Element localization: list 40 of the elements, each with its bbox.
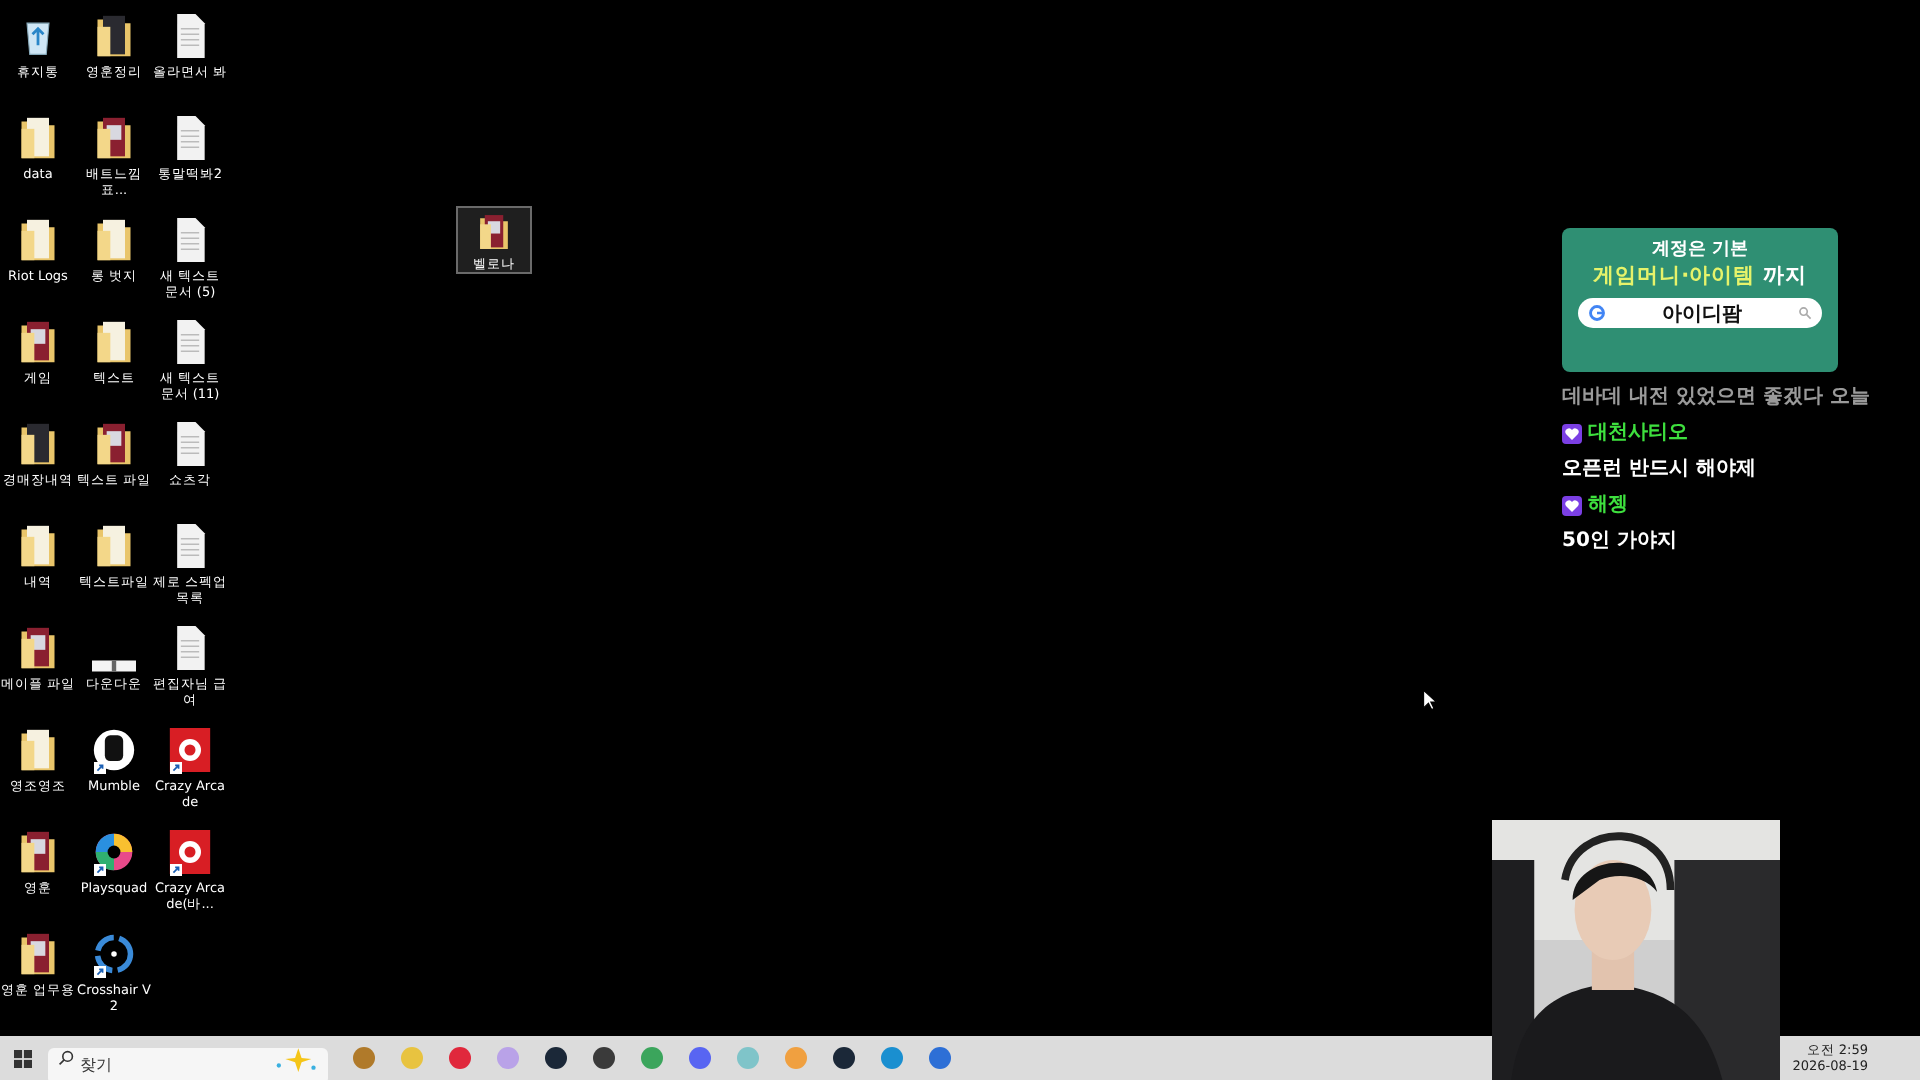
folder-icon (16, 624, 60, 672)
chat-message: 데바데 내전 있었으면 좋겠다 오늘 (1562, 384, 1870, 412)
app-icon (92, 726, 136, 774)
taskbar-app-icon[interactable] (832, 1046, 856, 1070)
app-icon (168, 726, 212, 774)
folder-icon (92, 318, 136, 366)
app-icon (92, 828, 136, 876)
folder-icon (16, 114, 60, 162)
mouse-cursor-icon (1422, 688, 1438, 712)
folder-icon (16, 726, 60, 774)
folder-icon (92, 420, 136, 468)
search-icon (1798, 306, 1812, 320)
ad-text: 계정은 기본 (1651, 240, 1749, 262)
bar-icon (92, 660, 136, 672)
folder-icon (16, 420, 60, 468)
taskbar-search-field[interactable]: 찾기 (48, 1047, 328, 1080)
folder-icon (16, 216, 60, 264)
taskbar-app-icon[interactable] (592, 1046, 616, 1070)
heart-badge-icon (1562, 424, 1582, 444)
folder-icon (92, 114, 136, 162)
google-icon (1588, 304, 1606, 322)
sparkle-icon (272, 1046, 316, 1072)
search-icon (58, 1050, 74, 1066)
folder-icon (16, 930, 60, 978)
folder-icon (16, 522, 60, 570)
heart-badge-icon (1562, 496, 1582, 516)
folder-icon (92, 522, 136, 570)
ad-headline: 게임머니·아이템 까지 (1593, 262, 1807, 292)
chat-message: 오픈런 반드시 해야제 (1562, 456, 1758, 484)
taskbar-app-icon[interactable] (544, 1046, 568, 1070)
app-icon (92, 930, 136, 978)
folder-icon (92, 216, 136, 264)
folder-icon (16, 828, 60, 876)
chat-username: 해젱 (1588, 492, 1628, 520)
folder-icon (92, 12, 136, 60)
app-icon (168, 828, 212, 876)
chat-message: 50인 가야지 (1562, 528, 1679, 556)
folder-icon (16, 318, 60, 366)
chat-username: 대천사티오 (1588, 420, 1688, 448)
windows-start-icon[interactable] (14, 1049, 32, 1067)
